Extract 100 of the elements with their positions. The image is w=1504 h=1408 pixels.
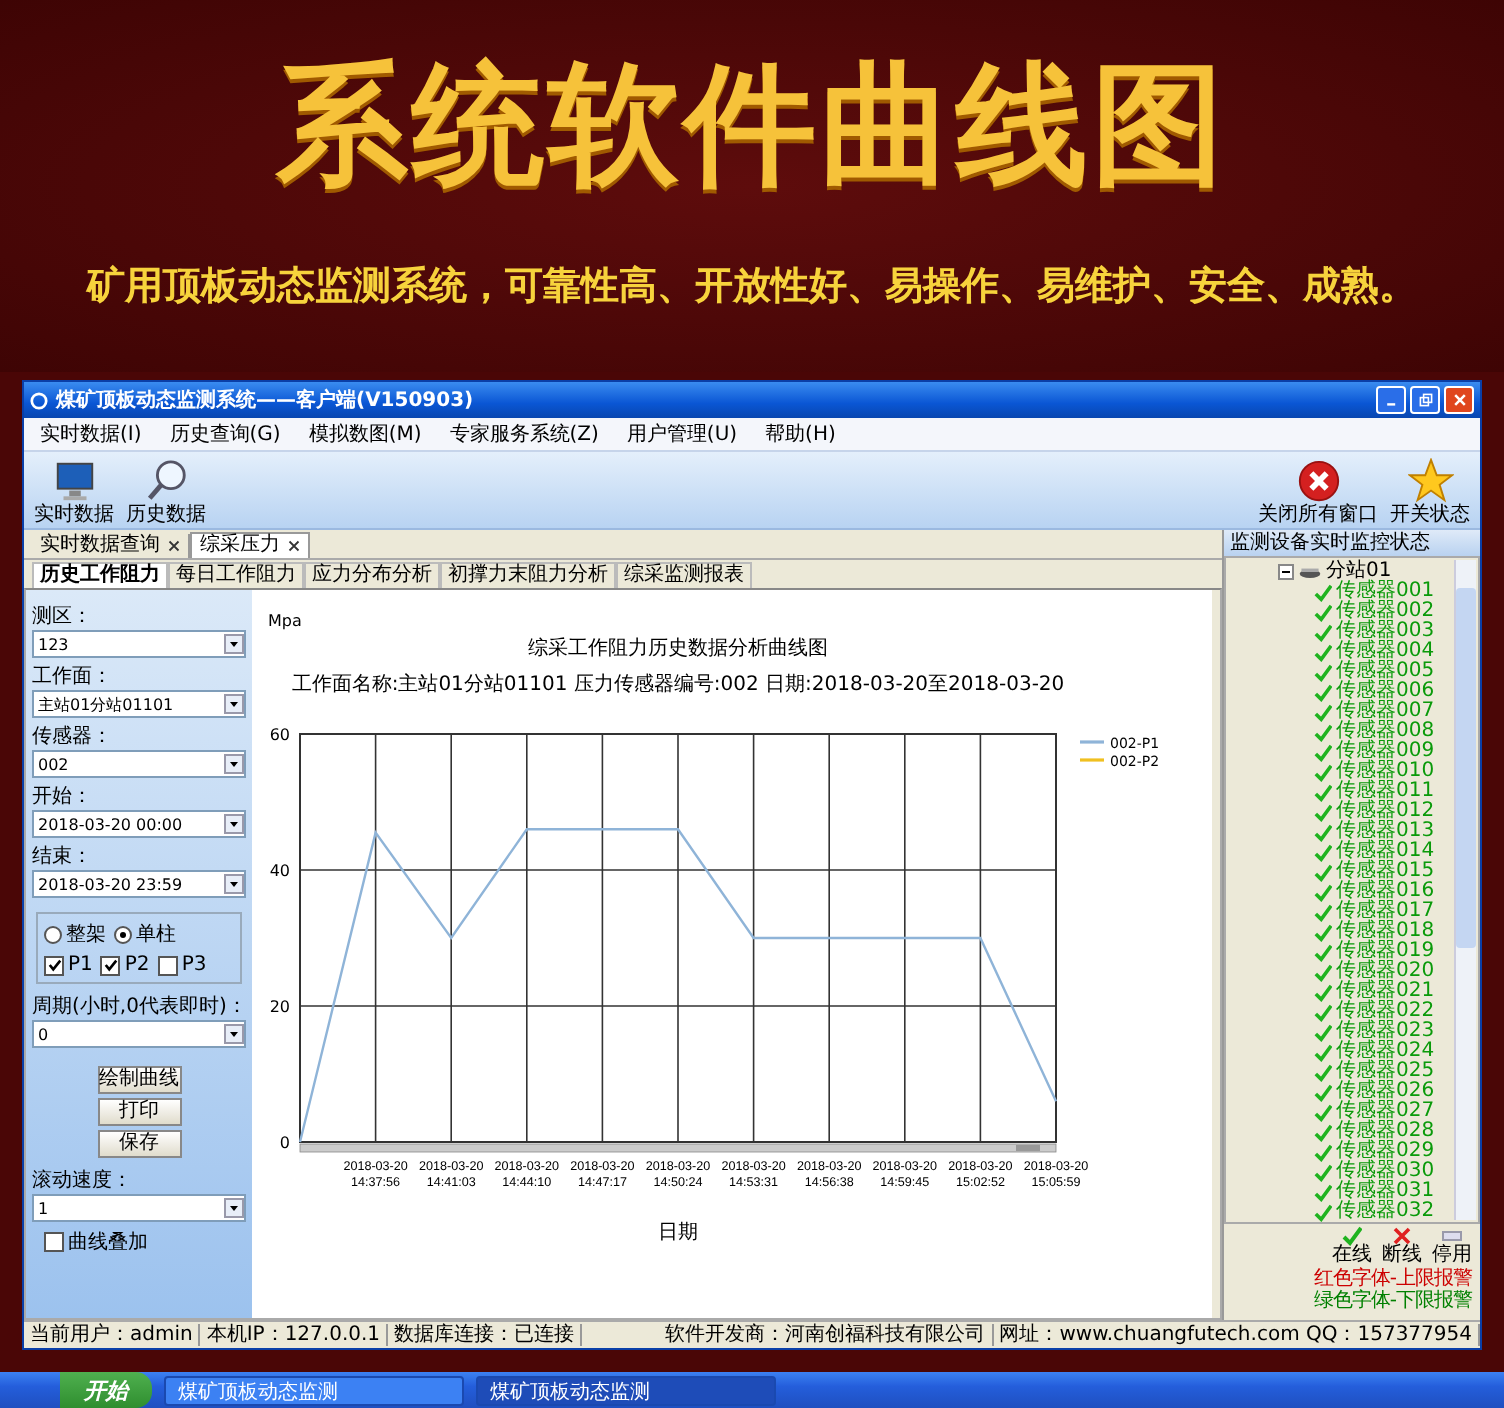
radio-button[interactable] bbox=[114, 925, 132, 943]
device-icon bbox=[1298, 564, 1322, 580]
dropdown-field[interactable]: 1 bbox=[32, 1194, 247, 1222]
toolbar-button[interactable]: 开关状态 bbox=[1384, 458, 1476, 526]
field-label: 工作面： bbox=[32, 666, 114, 688]
menu-item[interactable]: 模拟数图(M) bbox=[308, 420, 422, 448]
status-text: 网址：www.chuangfutech.com QQ：157377954 bbox=[993, 1324, 1480, 1346]
tree-node[interactable]: 传感器002 bbox=[1336, 602, 1435, 622]
tree-node[interactable]: 传感器021 bbox=[1336, 982, 1435, 1002]
legend-note: 绿色字体-下限报警 bbox=[1313, 1290, 1472, 1312]
sub-tab[interactable]: 综采监测报表 bbox=[616, 562, 752, 588]
tree-node[interactable]: 传感器014 bbox=[1336, 842, 1435, 862]
form-button[interactable]: 打印 bbox=[97, 1098, 182, 1126]
toolbar-button[interactable]: 实时数据 bbox=[28, 458, 120, 526]
start-button[interactable]: 开始 bbox=[60, 1372, 152, 1408]
toolbar-button[interactable]: 关闭所有窗口 bbox=[1252, 458, 1384, 526]
tree-node[interactable]: 传感器025 bbox=[1336, 1062, 1435, 1082]
tree-node[interactable]: 传感器020 bbox=[1336, 962, 1435, 982]
close-icon bbox=[168, 540, 180, 552]
tree-node[interactable]: 传感器019 bbox=[1336, 942, 1435, 962]
tree-node[interactable]: 传感器024 bbox=[1336, 1042, 1435, 1062]
tree-node[interactable]: 传感器009 bbox=[1336, 742, 1435, 762]
tree-node[interactable]: 传感器029 bbox=[1336, 1142, 1435, 1162]
banner-subtitle: 矿用顶板动态监测系统，可靠性高、开放性好、易操作、易维护、安全、成熟。 bbox=[87, 262, 1417, 312]
checkbox[interactable] bbox=[157, 955, 178, 975]
checkbox[interactable] bbox=[44, 1232, 64, 1252]
cross-icon bbox=[1392, 1226, 1412, 1246]
tree-node[interactable]: 传感器031 bbox=[1336, 1182, 1435, 1202]
collapse-toggle[interactable] bbox=[1278, 564, 1294, 580]
sub-tab[interactable]: 历史工作阻力 bbox=[32, 562, 168, 588]
status-text: 当前用户：admin bbox=[24, 1324, 201, 1346]
tree-node[interactable]: 传感器030 bbox=[1336, 1162, 1435, 1182]
tree-node[interactable]: 传感器004 bbox=[1336, 642, 1435, 662]
unit-annotation: Mpa bbox=[268, 612, 303, 630]
tree-node[interactable]: 传感器010 bbox=[1336, 762, 1435, 782]
tree-node[interactable]: 传感器001 bbox=[1336, 582, 1435, 602]
tree-node[interactable]: 传感器005 bbox=[1336, 662, 1435, 682]
form-button[interactable]: 绘制曲线 bbox=[97, 1066, 182, 1094]
bar-icon bbox=[1442, 1226, 1462, 1246]
close-button[interactable] bbox=[1444, 386, 1474, 414]
dropdown-field[interactable]: 2018-03-20 23:59 bbox=[32, 870, 247, 898]
close-icon bbox=[1295, 458, 1341, 504]
tree-node[interactable]: 传感器016 bbox=[1336, 882, 1435, 902]
menu-item[interactable]: 专家服务系统(Z) bbox=[449, 420, 599, 448]
radio-button[interactable] bbox=[44, 925, 62, 943]
sub-tab[interactable]: 应力分布分析 bbox=[304, 562, 440, 588]
tree-node[interactable]: 传感器026 bbox=[1336, 1082, 1435, 1102]
dropdown-field[interactable]: 123 bbox=[32, 630, 247, 658]
radio-label: 单柱 bbox=[136, 921, 176, 948]
dropdown-field[interactable]: 0 bbox=[32, 1020, 247, 1048]
vertical-scrollbar[interactable] bbox=[1454, 560, 1476, 1220]
menu-item[interactable]: 用户管理(U) bbox=[626, 420, 738, 448]
field-label: 传感器： bbox=[32, 726, 114, 748]
checkbox[interactable] bbox=[100, 955, 121, 975]
dropdown-field[interactable]: 主站01分站01101 bbox=[32, 690, 247, 718]
legend-label: 停用 bbox=[1432, 1246, 1472, 1266]
tree-node[interactable]: 传感器008 bbox=[1336, 722, 1435, 742]
chart-title: 综采工作阻力历史数据分析曲线图 bbox=[528, 638, 829, 660]
toolbar-button[interactable]: 历史数据 bbox=[120, 458, 212, 526]
dropdown-field[interactable]: 002 bbox=[32, 750, 247, 778]
panel-header: 监测设备实时监控状态 bbox=[1224, 530, 1480, 556]
restore-button[interactable] bbox=[1410, 386, 1440, 414]
horizontal-scrollbar[interactable] bbox=[300, 1143, 1058, 1153]
taskbar-item[interactable]: 煤矿顶板动态监测 bbox=[164, 1375, 464, 1405]
tree-node[interactable]: 传感器028 bbox=[1336, 1122, 1435, 1142]
monitor-icon bbox=[51, 458, 97, 504]
menu-item[interactable]: 历史查询(G) bbox=[169, 420, 281, 448]
sub-tab[interactable]: 每日工作阻力 bbox=[168, 562, 304, 588]
tree-node[interactable]: 传感器023 bbox=[1336, 1022, 1435, 1042]
document-tab[interactable]: 综采压力 bbox=[190, 532, 310, 558]
menu-item[interactable]: 实时数据(I) bbox=[40, 420, 142, 448]
taskbar-item[interactable]: 煤矿顶板动态监测 bbox=[476, 1375, 776, 1405]
restore-icon bbox=[1417, 392, 1433, 408]
tree-node[interactable]: 分站01 bbox=[1326, 562, 1392, 582]
tree-node[interactable]: 传感器022 bbox=[1336, 1002, 1435, 1022]
tree-node[interactable]: 传感器006 bbox=[1336, 682, 1435, 702]
tree-node[interactable]: 传感器018 bbox=[1336, 922, 1435, 942]
y-tick-label: 60 bbox=[270, 726, 291, 744]
checkbox-label: P2 bbox=[124, 954, 150, 976]
menu-item[interactable]: 帮助(H) bbox=[765, 420, 836, 448]
tree-node[interactable]: 传感器011 bbox=[1336, 782, 1435, 802]
form-button[interactable]: 保存 bbox=[97, 1130, 182, 1158]
y-tick-label: 0 bbox=[280, 1134, 291, 1152]
tree-node[interactable]: 传感器027 bbox=[1336, 1102, 1435, 1122]
tree-node[interactable]: 传感器007 bbox=[1336, 702, 1435, 722]
legend-label: 断线 bbox=[1382, 1246, 1422, 1266]
star-icon bbox=[1407, 458, 1453, 504]
tree-node[interactable]: 传感器013 bbox=[1336, 822, 1435, 842]
checkbox[interactable] bbox=[44, 955, 64, 975]
field-label: 测区： bbox=[32, 606, 94, 628]
window-title: 煤矿顶板动态监测系统——客户端(V150903) bbox=[56, 386, 474, 414]
tree-node[interactable]: 传感器032 bbox=[1336, 1202, 1435, 1222]
tree-node[interactable]: 传感器015 bbox=[1336, 862, 1435, 882]
minimize-button[interactable] bbox=[1376, 386, 1406, 414]
tree-node[interactable]: 传感器003 bbox=[1336, 622, 1435, 642]
magnifier-icon bbox=[143, 458, 189, 504]
sub-tab[interactable]: 初撑力末阻力分析 bbox=[440, 562, 616, 588]
dropdown-field[interactable]: 2018-03-20 00:00 bbox=[32, 810, 247, 838]
tree-node[interactable]: 传感器017 bbox=[1336, 902, 1435, 922]
tree-node[interactable]: 传感器012 bbox=[1336, 802, 1435, 822]
